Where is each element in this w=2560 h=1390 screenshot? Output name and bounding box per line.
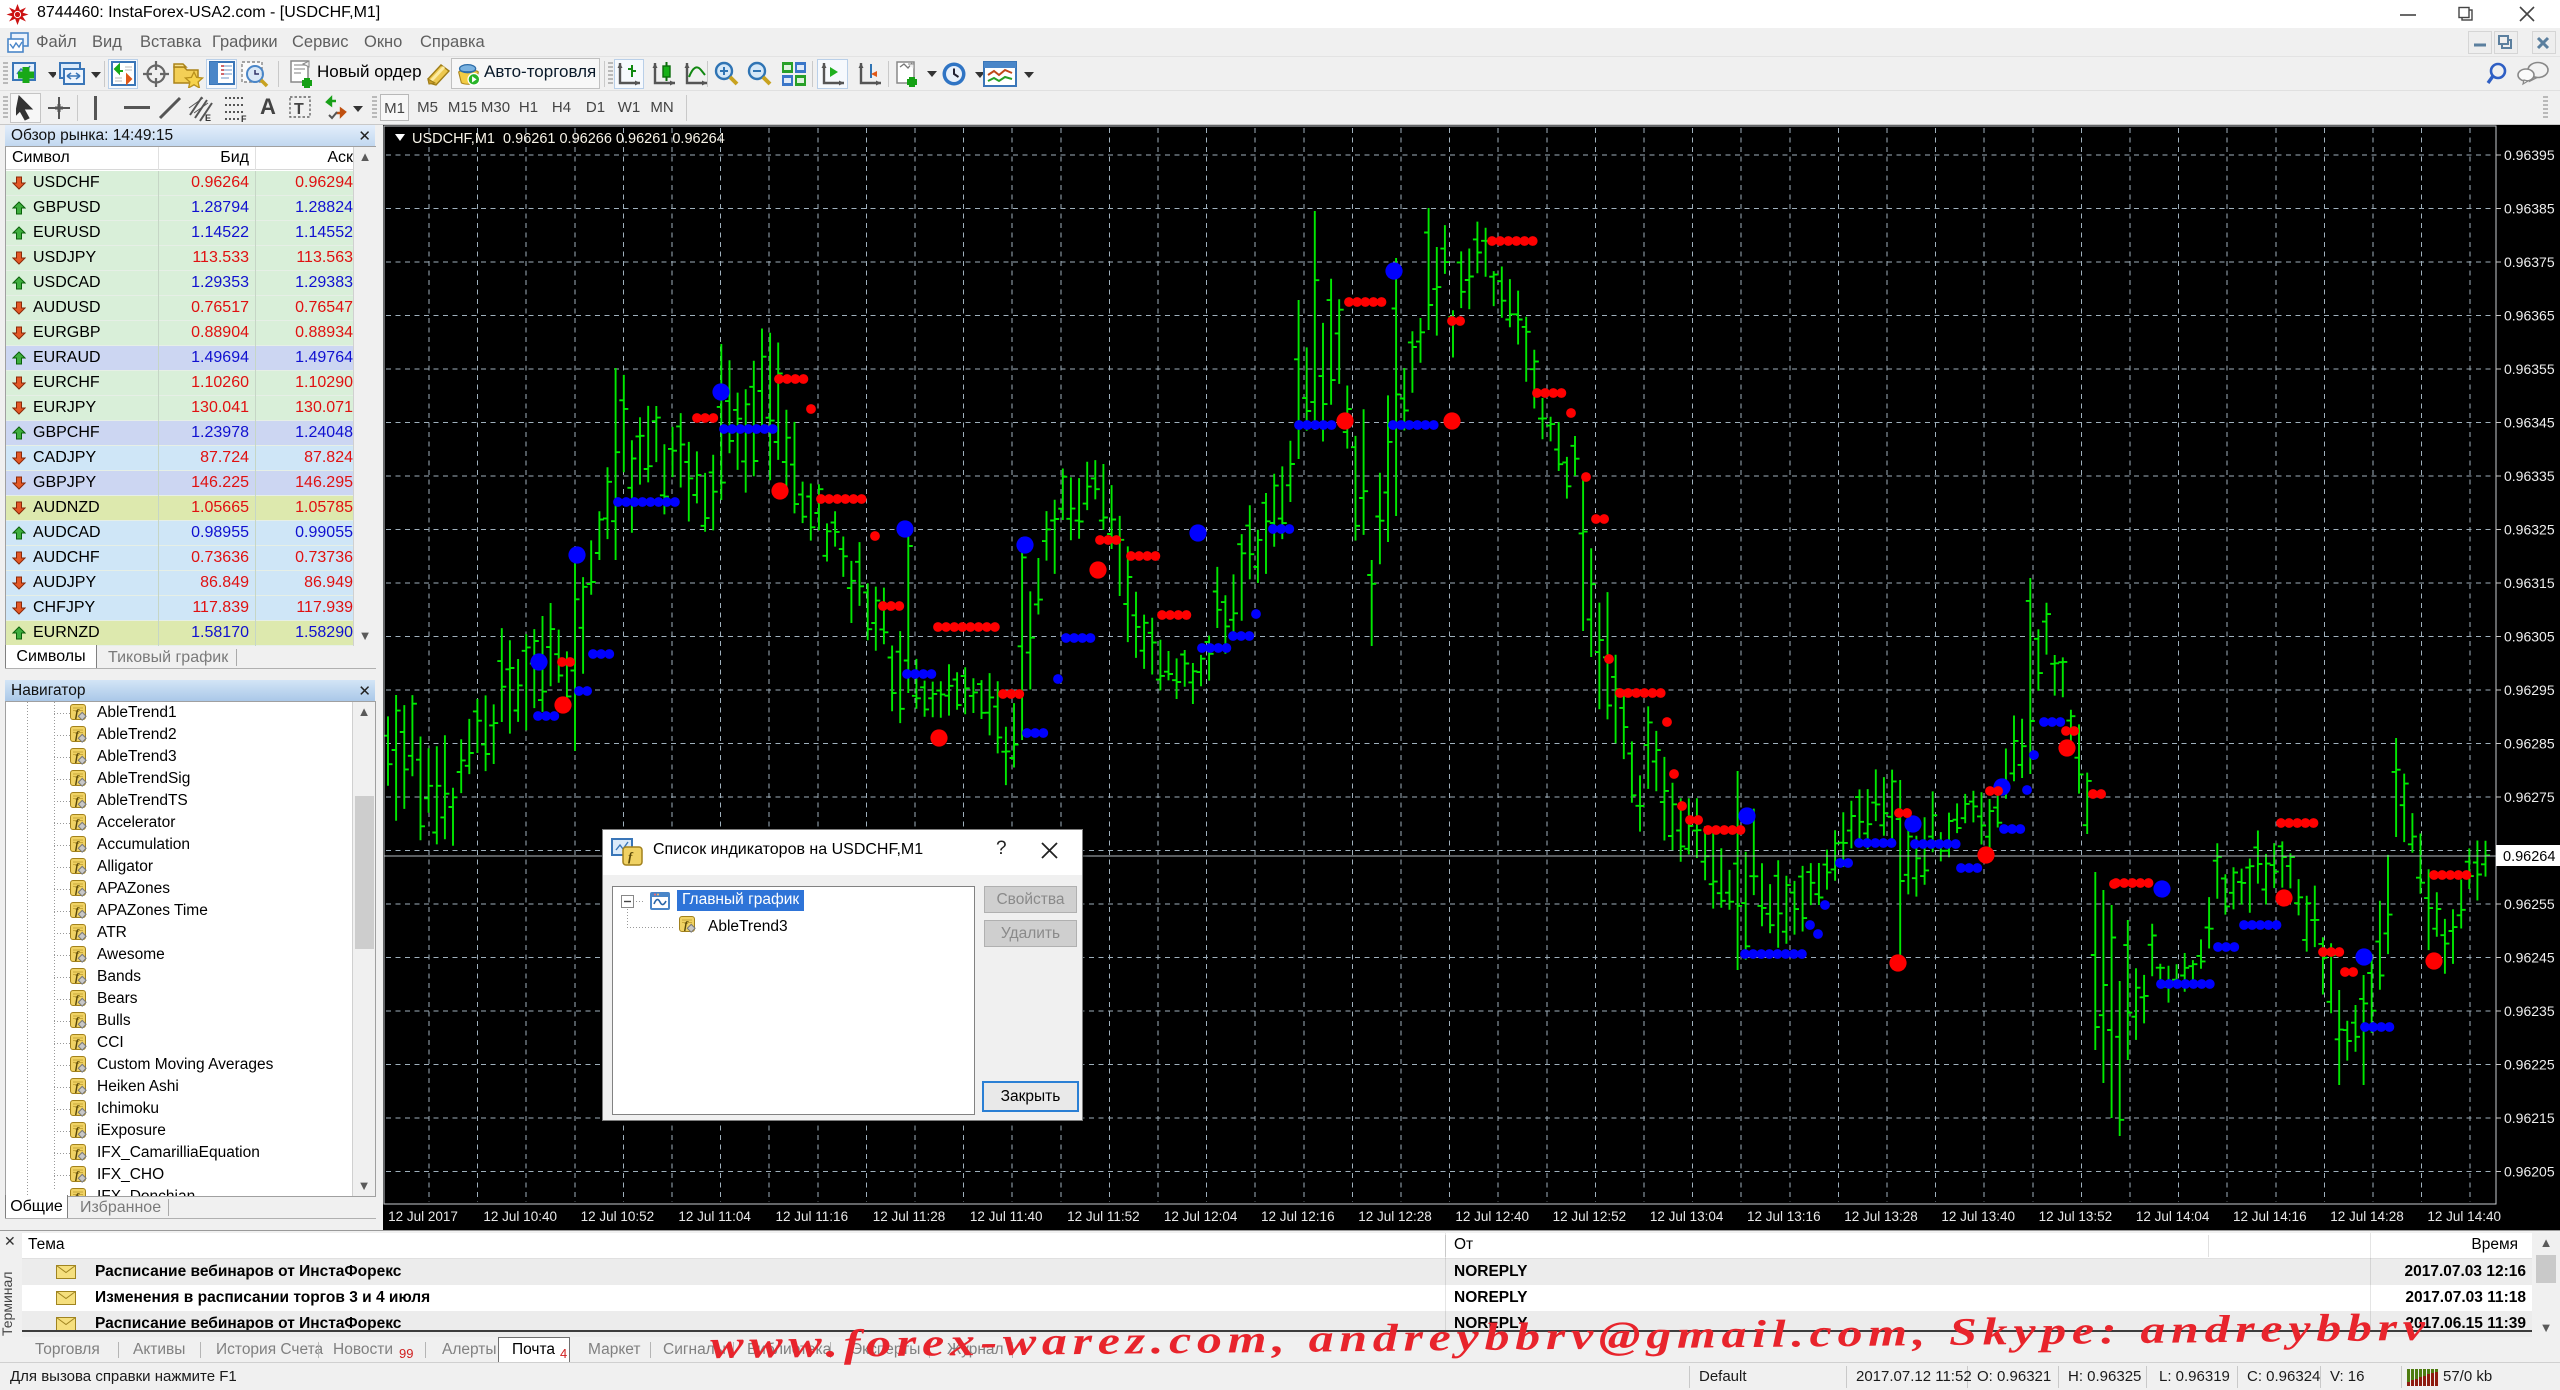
svg-text:E: E — [205, 113, 211, 122]
svg-text:12 Jul 12:16: 12 Jul 12:16 — [1261, 1209, 1335, 1224]
svg-text:12 Jul 2017: 12 Jul 2017 — [388, 1209, 458, 1224]
svg-text:0.96255: 0.96255 — [2504, 896, 2555, 912]
svg-text:12 Jul 14:28: 12 Jul 14:28 — [2330, 1209, 2404, 1224]
svg-text:12 Jul 10:40: 12 Jul 10:40 — [483, 1209, 557, 1224]
svg-text:0.96235: 0.96235 — [2504, 1003, 2555, 1019]
svg-text:12 Jul 12:52: 12 Jul 12:52 — [1553, 1209, 1627, 1224]
svg-text:12 Jul 13:16: 12 Jul 13:16 — [1747, 1209, 1821, 1224]
svg-text:0.96315: 0.96315 — [2504, 575, 2555, 591]
svg-text:12 Jul 11:52: 12 Jul 11:52 — [1067, 1209, 1140, 1224]
svg-text:0.96225: 0.96225 — [2504, 1057, 2555, 1073]
svg-text:0.96295: 0.96295 — [2504, 682, 2555, 698]
svg-text:12 Jul 11:40: 12 Jul 11:40 — [970, 1209, 1043, 1224]
svg-text:0.96335: 0.96335 — [2504, 468, 2555, 484]
svg-text:0.96275: 0.96275 — [2504, 789, 2555, 805]
svg-text:12 Jul 12:28: 12 Jul 12:28 — [1358, 1209, 1432, 1224]
svg-text:12 Jul 13:40: 12 Jul 13:40 — [1941, 1209, 2015, 1224]
svg-text:0.96305: 0.96305 — [2504, 629, 2555, 645]
svg-text:12 Jul 14:04: 12 Jul 14:04 — [2136, 1209, 2210, 1224]
svg-text:12 Jul 12:40: 12 Jul 12:40 — [1455, 1209, 1529, 1224]
svg-text:0.96395: 0.96395 — [2504, 147, 2555, 163]
svg-text:0.96385: 0.96385 — [2504, 201, 2555, 217]
svg-text:12 Jul 10:52: 12 Jul 10:52 — [581, 1209, 655, 1224]
svg-text:12 Jul 13:52: 12 Jul 13:52 — [2039, 1209, 2113, 1224]
svg-text:12 Jul 11:28: 12 Jul 11:28 — [873, 1209, 946, 1224]
svg-text:12 Jul 14:40: 12 Jul 14:40 — [2427, 1209, 2501, 1224]
svg-text:12 Jul 13:28: 12 Jul 13:28 — [1844, 1209, 1918, 1224]
svg-text:0.96215: 0.96215 — [2504, 1110, 2555, 1126]
svg-text:12 Jul 11:04: 12 Jul 11:04 — [678, 1209, 751, 1224]
svg-text:0.96345: 0.96345 — [2504, 415, 2555, 431]
svg-text:12 Jul 14:16: 12 Jul 14:16 — [2233, 1209, 2307, 1224]
svg-text:12 Jul 11:16: 12 Jul 11:16 — [776, 1209, 849, 1224]
svg-text:12 Jul 13:04: 12 Jul 13:04 — [1650, 1209, 1724, 1224]
svg-text:0.96355: 0.96355 — [2504, 361, 2555, 377]
svg-text:0.96205: 0.96205 — [2504, 1164, 2555, 1180]
svg-text:0.96325: 0.96325 — [2504, 522, 2555, 538]
svg-text:USDCHF,M1 0.96261 0.96266 0.9: USDCHF,M1 0.96261 0.96266 0.96261 0.9626… — [412, 131, 725, 147]
svg-text:0.96285: 0.96285 — [2504, 736, 2555, 752]
svg-text:0.96365: 0.96365 — [2504, 308, 2555, 324]
svg-text:0.96245: 0.96245 — [2504, 950, 2555, 966]
svg-text:12 Jul 12:04: 12 Jul 12:04 — [1164, 1209, 1238, 1224]
svg-text:0.96264: 0.96264 — [2503, 849, 2555, 865]
svg-text:T: T — [294, 101, 304, 118]
svg-text:F: F — [241, 114, 247, 122]
svg-text:0.96375: 0.96375 — [2504, 254, 2555, 270]
